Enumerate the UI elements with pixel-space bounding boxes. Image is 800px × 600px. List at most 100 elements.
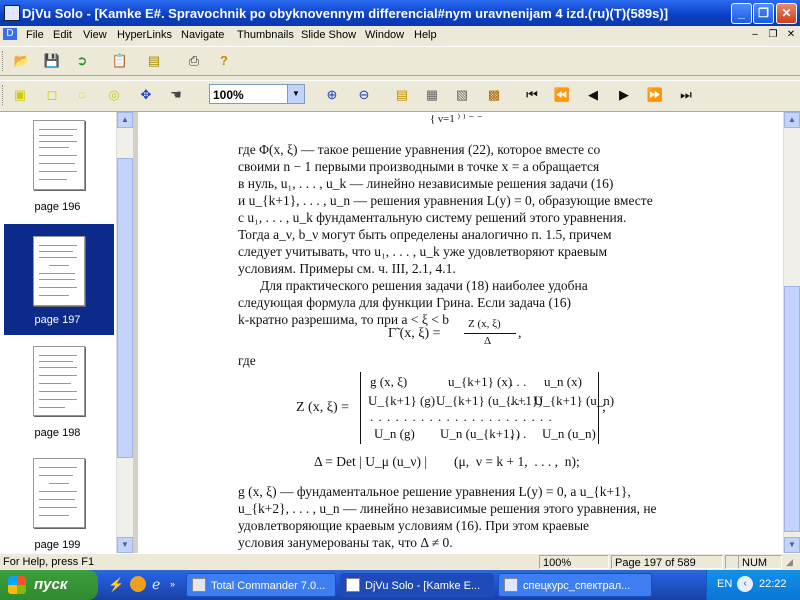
scroll-up-icon[interactable]: ▲ <box>117 112 133 128</box>
minimize-button[interactable]: _ <box>731 3 752 24</box>
paragraph-line: условия занумерованы так, что Δ ≠ 0. <box>238 535 453 550</box>
matrix-cell: u_n (x) <box>544 374 582 389</box>
menu-edit[interactable]: Edit <box>53 29 72 41</box>
scrollbar-thumb[interactable] <box>117 158 133 458</box>
view-background-icon[interactable]: ▩ <box>484 85 504 105</box>
paragraph-line: следует учитывать, что u₁, . . . , u_k у… <box>238 244 607 259</box>
document-properties-icon[interactable]: ▤ <box>144 51 164 71</box>
thumbnails-scrollbar[interactable]: ▲ ▼ <box>116 112 134 553</box>
pan-move-icon[interactable]: ✥ <box>136 85 156 105</box>
thumbnail-label[interactable]: page 196 <box>0 201 115 213</box>
next-pages-icon[interactable]: ⏩ <box>645 85 665 105</box>
formula-lhs: Γ̃ (x, ξ) = <box>388 326 441 341</box>
language-indicator[interactable]: EN <box>717 578 732 590</box>
resize-grip-icon[interactable]: ◢ <box>786 557 798 569</box>
menu-file[interactable]: File <box>26 29 44 41</box>
select-fit-icon[interactable]: ◎ <box>104 85 124 105</box>
menu-hyperlinks[interactable]: HyperLinks <box>117 29 172 41</box>
prev-pages-icon[interactable]: ⏪ <box>552 85 572 105</box>
mdi-minimize-icon[interactable]: – <box>748 29 762 41</box>
paragraph-line: с u₁, . . . , u_k фундаментальную систем… <box>238 210 627 225</box>
last-page-icon[interactable]: ⏭ <box>676 85 696 105</box>
hand-tool-icon[interactable]: ☚ <box>166 85 186 105</box>
start-button[interactable]: пуск <box>0 570 98 600</box>
task-word-document[interactable]: спецкурс_спектрал... <box>498 573 652 597</box>
paragraph-line: удовлетворяющие краевым условиям (16). П… <box>238 518 590 533</box>
paste-icon[interactable]: 📋 <box>110 51 130 71</box>
matrix-cell: . . . <box>510 426 527 441</box>
chevron-down-icon[interactable]: ▼ <box>287 85 304 103</box>
scroll-up-icon[interactable]: ▲ <box>784 112 800 128</box>
thumbnail-label[interactable]: page 199 <box>0 539 115 551</box>
formula-comma: , <box>518 326 522 341</box>
paragraph-line: Для практического решения задачи (18) на… <box>260 278 588 293</box>
view-foreground-icon[interactable]: ▧ <box>452 85 472 105</box>
matrix-cell: U_{k+1} (u_{k+1}) <box>436 393 543 408</box>
start-label: пуск <box>34 576 68 593</box>
thumbnail-page-197[interactable] <box>33 236 85 306</box>
thumbnail-page-196[interactable] <box>33 120 85 190</box>
task-djvu-solo[interactable]: DjVu Solo - [Kamke E... <box>340 573 494 597</box>
determinant-lhs: Z (x, ξ) = <box>296 400 350 415</box>
mdi-restore-icon[interactable]: ❐ <box>766 29 780 41</box>
export-icon[interactable]: ➲ <box>72 51 92 71</box>
zoom-out-icon[interactable]: ⊖ <box>354 85 374 105</box>
menu-help[interactable]: Help <box>414 29 437 41</box>
menu-view[interactable]: View <box>83 29 107 41</box>
quicklaunch-more-icon[interactable]: » <box>170 579 178 589</box>
media-player-icon[interactable] <box>130 576 146 592</box>
select-round-icon[interactable]: ◌ <box>72 85 92 105</box>
document-icon[interactable]: D <box>3 28 17 40</box>
thumbnails-panel: page 196 page 197 page 198 page 199 ▲ ▼ <box>0 112 134 553</box>
formula-numerator: Z (x, ξ) <box>468 318 501 330</box>
close-button[interactable]: ✕ <box>776 3 797 24</box>
system-tray: EN ‹ 22:22 <box>706 570 800 600</box>
scroll-down-icon[interactable]: ▼ <box>784 537 800 553</box>
task-total-commander[interactable]: Total Commander 7.0... <box>186 573 336 597</box>
maximize-button[interactable]: ❐ <box>753 3 774 24</box>
matrix-cell: U_{k+1} (g) <box>368 393 436 408</box>
window-title: DjVu Solo - [Kamke E#. Spravochnik po ob… <box>22 6 669 21</box>
clock: 22:22 <box>759 578 787 590</box>
thumbnail-page-199[interactable] <box>33 458 85 528</box>
menu-navigate[interactable]: Navigate <box>181 29 224 41</box>
toolbar-grip[interactable] <box>2 51 6 71</box>
matrix-cell: U_n (u_{k+1}) <box>440 426 521 441</box>
tray-expand-icon[interactable]: ‹ <box>737 576 753 592</box>
thumbnail-page-198[interactable] <box>33 346 85 416</box>
prev-page-icon[interactable]: ◀ <box>583 85 603 105</box>
menu-thumbnails[interactable]: Thumbnails <box>237 29 294 41</box>
thumbnail-label[interactable]: page 198 <box>0 427 115 439</box>
menu-slide-show[interactable]: Slide Show <box>301 29 356 41</box>
select-region-icon[interactable]: ▣ <box>10 85 30 105</box>
save-icon[interactable]: 💾 <box>42 51 62 71</box>
view-bw-icon[interactable]: ▦ <box>422 85 442 105</box>
thumbnail-label[interactable]: page 197 <box>0 314 115 326</box>
mdi-close-icon[interactable]: ✕ <box>784 29 798 41</box>
djvu-app-icon[interactable] <box>4 5 20 21</box>
browser-icon[interactable]: ℯ <box>152 576 168 592</box>
open-folder-icon[interactable]: 📂 <box>12 51 32 71</box>
zoom-select[interactable]: 100% ▼ <box>209 84 305 104</box>
matrix-cell: . . . <box>510 374 527 389</box>
next-page-icon[interactable]: ▶ <box>614 85 634 105</box>
paragraph-line: u_{k+2}, . . . , u_n — линейно независим… <box>238 501 657 516</box>
first-page-icon[interactable]: ⏮ <box>522 85 542 105</box>
determinant-semicolon: ; <box>602 400 606 415</box>
select-rect-icon[interactable]: ◻ <box>42 85 62 105</box>
view-color-icon[interactable]: ▤ <box>392 85 412 105</box>
title-bar[interactable]: DjVu Solo - [Kamke E#. Spravochnik po ob… <box>0 0 800 26</box>
document-view[interactable]: { ν=1 ⁾ ⁾ ⁻ ⁻ где Φ(x, ξ) — такое решени… <box>138 112 783 553</box>
quicklaunch-icon[interactable]: ⚡ <box>108 577 124 593</box>
scrollbar-thumb[interactable] <box>784 286 800 532</box>
zoom-in-icon[interactable]: ⊕ <box>322 85 342 105</box>
toolbar-grip[interactable] <box>2 85 6 105</box>
print-icon[interactable]: ⎙ <box>184 51 204 71</box>
help-icon[interactable]: ? <box>214 51 234 71</box>
where-label: где <box>238 353 256 368</box>
fraction-bar <box>464 333 516 334</box>
scroll-down-icon[interactable]: ▼ <box>117 537 133 553</box>
document-scrollbar[interactable]: ▲ ▼ <box>783 112 800 553</box>
menu-bar: D File Edit View HyperLinks Navigate Thu… <box>0 26 800 45</box>
menu-window[interactable]: Window <box>365 29 404 41</box>
